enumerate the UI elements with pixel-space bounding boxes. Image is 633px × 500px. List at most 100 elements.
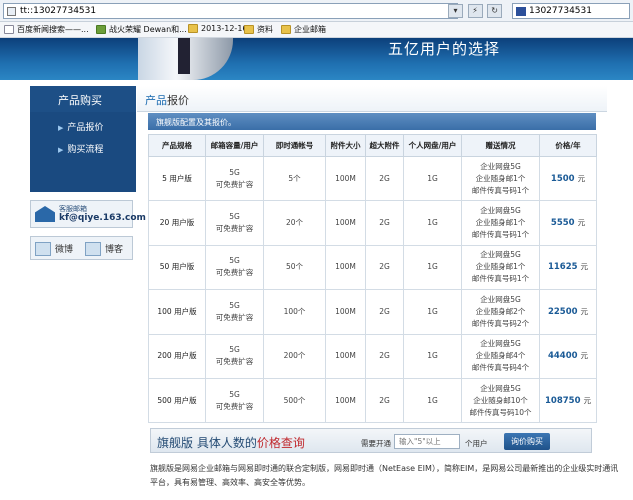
column-header: 即时通帐号 [263, 134, 326, 157]
column-header: 赠送情况 [461, 134, 540, 157]
price-table: 产品规格 邮箱容量/用户 即时通帐号 附件大小 超大附件 个人网盘/用户 赠送情… [148, 134, 597, 424]
favorite-item[interactable]: 资料 [244, 24, 273, 35]
user-count-input[interactable] [394, 434, 460, 449]
spec-cell: 20 用户版 [148, 200, 206, 246]
column-header: 超大附件 [365, 134, 404, 157]
big-attach-cell: 2G [365, 377, 404, 424]
im-cell: 200个 [263, 333, 326, 379]
blog-icon [85, 241, 101, 256]
page-title: 产品报价 [145, 94, 189, 107]
weibo-icon [35, 241, 51, 256]
gift-cell: 企业网盘5G 企业随身邮10个 邮件传真号码10个 [461, 377, 540, 424]
mail-address: kf@qiye.163.com [59, 213, 146, 223]
capacity-cell: 5G 可免费扩容 [205, 333, 264, 379]
disk-cell: 1G [403, 289, 462, 335]
user-unit-label: 个用户 [465, 439, 488, 448]
favorite-item[interactable]: 百度新闻搜索——... [4, 24, 89, 35]
spec-cell: 5 用户版 [148, 155, 206, 202]
mail-icon [35, 206, 55, 222]
im-cell: 20个 [263, 200, 326, 246]
address-bar[interactable]: tt::13027734531 [3, 3, 458, 19]
favorite-item[interactable]: 战火荣耀 Dewan和... [96, 24, 187, 35]
price-cell: 22500 元 [539, 289, 597, 335]
attach-cell: 100M [325, 377, 366, 424]
table-row: 500 用户版 5G 可免费扩容 500个 100M 2G 1G 企业网盘5G 企业… [148, 377, 597, 424]
spec-cell: 100 用户版 [148, 289, 206, 335]
big-attach-cell: 2G [365, 333, 404, 379]
table-row: 200 用户版 5G 可免费扩容 200个 100M 2G 1G 企业网盘5G 企业… [148, 333, 597, 379]
folder-icon [281, 25, 291, 34]
capacity-cell: 5G 可免费扩容 [205, 155, 264, 202]
spec-cell: 500 用户版 [148, 377, 206, 424]
weibo-button[interactable]: 微博 [35, 240, 83, 257]
favorites-bar: 百度新闻搜索——... 战火荣耀 Dewan和... 2013-12-16 资料… [0, 22, 633, 38]
attach-cell: 100M [325, 200, 366, 246]
price-cell: 11625 元 [539, 244, 597, 291]
folder-icon [188, 24, 198, 33]
im-cell: 5个 [263, 155, 326, 202]
disk-cell: 1G [403, 377, 462, 424]
price-query-bar: 旗舰版 具体人数的价格查询 需要开通 个用户 询价购买 [150, 428, 592, 453]
attach-cell: 100M [325, 155, 366, 202]
favorite-item[interactable]: 企业邮箱 [281, 24, 326, 35]
search-engine-icon [516, 7, 526, 16]
dropdown-icon[interactable]: ▾ [448, 4, 463, 18]
big-attach-cell: 2G [365, 200, 404, 246]
spec-cell: 200 用户版 [148, 333, 206, 379]
column-header: 产品规格 [148, 134, 206, 157]
price-cell: 44400 元 [539, 333, 597, 379]
table-header-row: 产品规格 邮箱容量/用户 即时通帐号 附件大小 超大附件 个人网盘/用户 赠送情… [148, 134, 597, 157]
lightning-icon[interactable]: ⚡ [467, 4, 483, 18]
table-row: 50 用户版 5G 可免费扩容 50个 100M 2G 1G 企业网盘5G 企业随身… [148, 244, 597, 291]
sidebar-menu: ▶ 产品报价 ▶ 购买流程 [30, 112, 136, 192]
price-cell: 108750 元 [539, 377, 597, 424]
spec-cell: 50 用户版 [148, 244, 206, 291]
gift-cell: 企业网盘5G 企业随身邮1个 邮件传真号码1个 [461, 155, 540, 202]
search-input[interactable]: 13027734531 [512, 3, 630, 19]
banner-slogan: 五亿用户的选择 [388, 40, 501, 58]
folder-icon [244, 25, 254, 34]
big-attach-cell: 2G [365, 155, 404, 202]
price-query-title: 旗舰版 具体人数的价格查询 [157, 436, 305, 450]
search-text: 13027734531 [529, 6, 592, 16]
sidebar-item-process[interactable]: ▶ 购买流程 [58, 142, 103, 155]
table-row: 100 用户版 5G 可免费扩容 100个 100M 2G 1G 企业网盘5G 企业… [148, 289, 597, 335]
attach-cell: 100M [325, 244, 366, 291]
page-header: 产品报价 [137, 86, 607, 112]
service-mail-box[interactable]: 客服邮箱 kf@qiye.163.com [30, 200, 146, 228]
gift-cell: 企业网盘5G 企业随身邮2个 邮件传真号码2个 [461, 289, 540, 335]
sidebar-title: 产品购买 [30, 86, 136, 112]
arrow-right-icon: ▶ [58, 124, 64, 132]
social-links: 微博 博客 [30, 236, 133, 260]
capacity-cell: 5G 可免费扩容 [205, 200, 264, 246]
column-header: 价格/年 [539, 134, 597, 157]
user-count-label: 需要开通 [361, 439, 391, 448]
table-row: 20 用户版 5G 可免费扩容 20个 100M 2G 1G 企业网盘5G 企业随身… [148, 200, 597, 246]
blog-button[interactable]: 博客 [85, 240, 133, 257]
capacity-cell: 5G 可免费扩容 [205, 377, 264, 424]
column-header: 个人网盘/用户 [403, 134, 462, 157]
gift-cell: 企业网盘5G 企业随身邮4个 邮件传真号码4个 [461, 333, 540, 379]
capacity-cell: 5G 可免费扩容 [205, 289, 264, 335]
column-header: 邮箱容量/用户 [205, 134, 264, 157]
disk-cell: 1G [403, 200, 462, 246]
attach-cell: 100M [325, 289, 366, 335]
arrow-right-icon: ▶ [58, 146, 64, 154]
address-bar-area: tt::13027734531 ▾ ⚡ ↻ 13027734531 [0, 0, 633, 22]
disk-cell: 1G [403, 155, 462, 202]
disk-cell: 1G [403, 244, 462, 291]
refresh-icon[interactable]: ↻ [487, 4, 503, 18]
banner-tie-shape [178, 38, 190, 74]
im-cell: 50个 [263, 244, 326, 291]
game-icon [96, 25, 106, 34]
capacity-cell: 5G 可免费扩容 [205, 244, 264, 291]
gift-cell: 企业网盘5G 企业随身邮1个 邮件传真号码1个 [461, 244, 540, 291]
sidebar-item-price[interactable]: ▶ 产品报价 [58, 120, 103, 133]
im-cell: 500个 [263, 377, 326, 424]
favorite-item[interactable]: 2013-12-16 [188, 24, 248, 33]
column-header: 附件大小 [325, 134, 366, 157]
big-attach-cell: 2G [365, 244, 404, 291]
price-cell: 1500 元 [539, 155, 597, 202]
inquire-buy-button[interactable]: 询价购买 [504, 433, 550, 450]
attach-cell: 100M [325, 333, 366, 379]
